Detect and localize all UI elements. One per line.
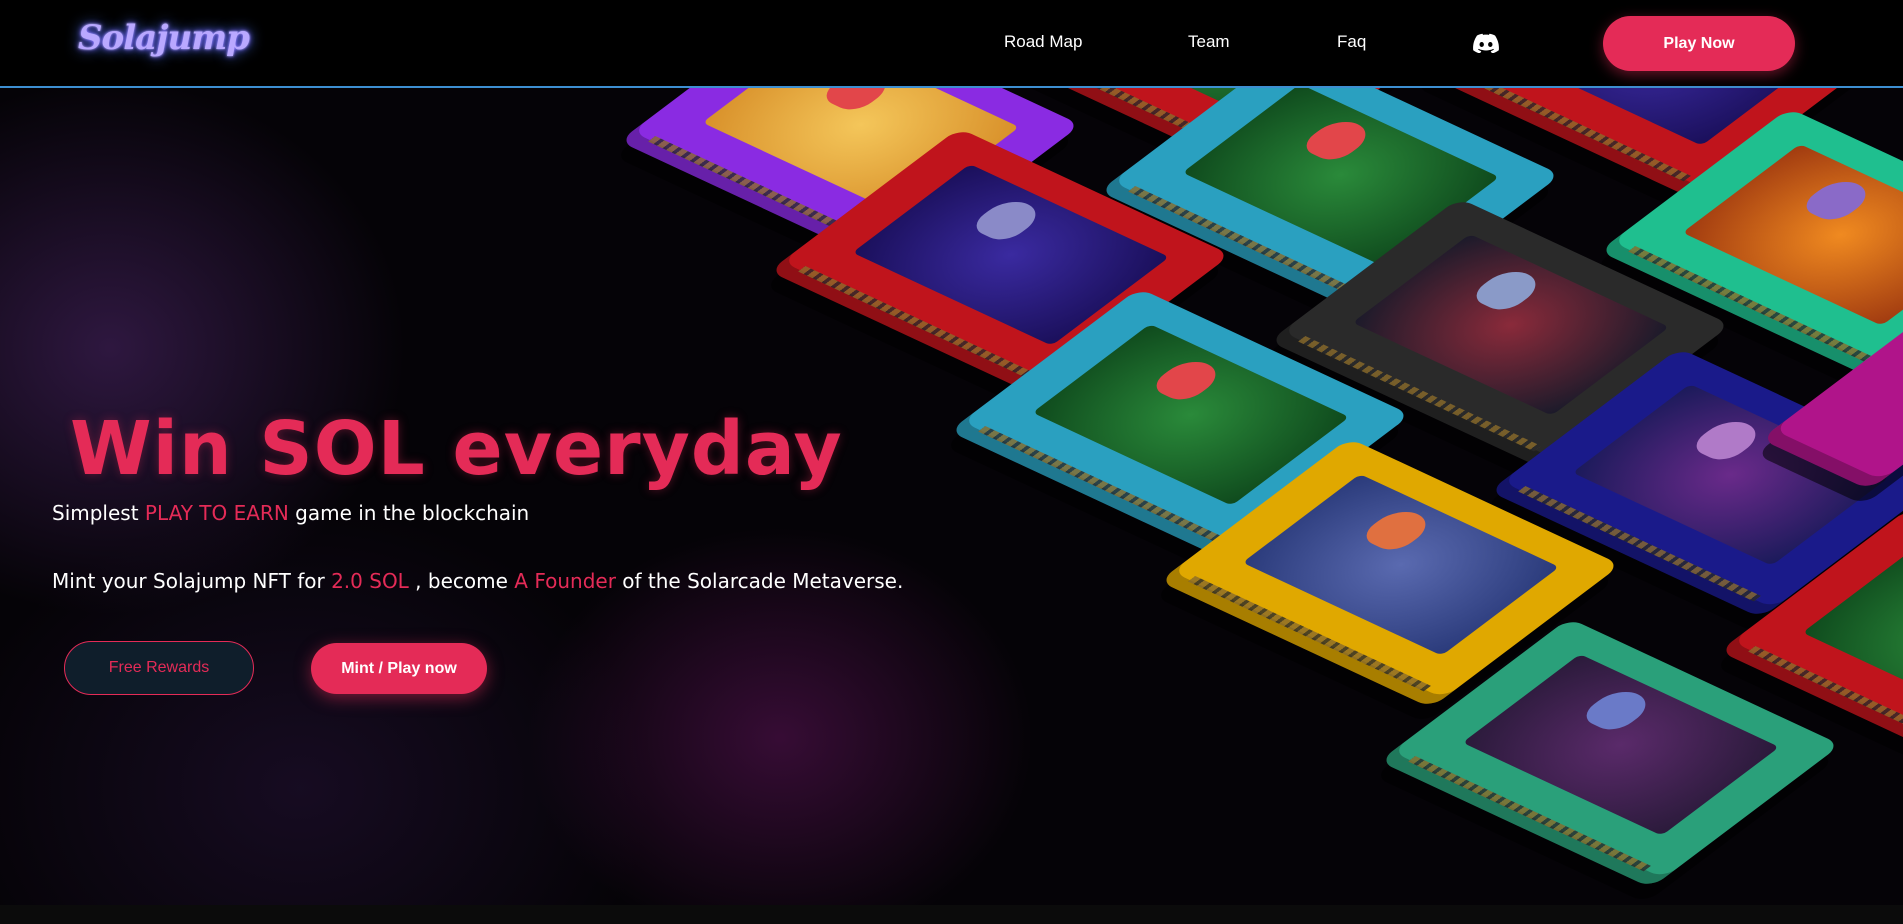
nav-team[interactable]: Team [1188,32,1230,52]
discord-icon[interactable] [1473,33,1499,53]
solajump-logo[interactable]: Solajump [78,18,250,58]
mint-text-3: of the Solarcade Metaverse. [615,569,904,593]
mint-play-now-button[interactable]: Mint / Play now [311,643,487,694]
mint-price: 2.0 SOL [331,569,409,593]
nav-road-map[interactable]: Road Map [1004,32,1082,52]
mint-text-2: , become [408,569,515,593]
free-rewards-button[interactable]: Free Rewards [64,641,254,695]
nav-faq[interactable]: Faq [1337,32,1366,52]
play-now-button[interactable]: Play Now [1603,16,1795,71]
tagline-accent: PLAY TO EARN [144,501,289,525]
bottom-strip [0,905,1903,924]
cartridge-collage [0,88,1903,905]
tagline-text-after: game in the blockchain [288,501,530,525]
hero-tagline: Simplest PLAY TO EARN game in the blockc… [52,501,529,525]
hero-title: Win SOL everyday [70,406,843,492]
hero-section: Win SOL everyday Simplest PLAY TO EARN g… [0,88,1903,905]
mint-text-1: Mint your Solajump NFT for [52,569,332,593]
top-navbar: Solajump Road Map Team Faq Play Now [0,0,1903,88]
tagline-text-before: Simplest [52,501,145,525]
mint-role: A Founder [514,569,616,593]
mint-description: Mint your Solajump NFT for 2.0 SOL , bec… [52,569,903,593]
